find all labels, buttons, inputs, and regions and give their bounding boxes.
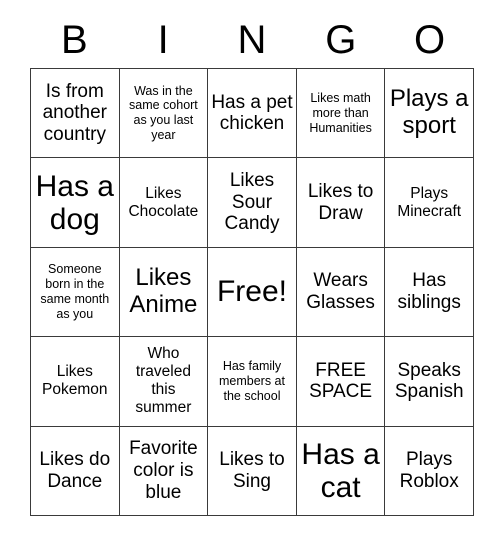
bingo-cell[interactable]: Favorite color is blue (119, 426, 209, 516)
bingo-cell[interactable]: Has a dog (31, 158, 120, 248)
bingo-cell-label: Likes Sour Candy (224, 170, 280, 235)
bingo-cell[interactable]: Plays Minecraft (385, 158, 474, 248)
bingo-cell[interactable]: Has siblings (385, 247, 474, 338)
bingo-cell[interactable]: Wears Glasses (296, 247, 386, 338)
bingo-cell-label: Plays Roblox (399, 449, 459, 492)
bingo-cell-label: Has a cat (301, 437, 380, 504)
bingo-cell-label: Likes math more than Humanities (309, 91, 372, 135)
bingo-cell-label: Plays Minecraft (397, 184, 462, 220)
bingo-cell-label: Favorite color is blue (129, 438, 198, 503)
bingo-cell[interactable]: Likes Pokemon (31, 337, 120, 427)
bingo-cell-label: Was in the same cohort as you last year (129, 83, 198, 142)
bingo-cell[interactable]: Likes Anime (119, 247, 209, 338)
bingo-cell[interactable]: Likes Sour Candy (208, 158, 297, 248)
bingo-cell[interactable]: Someone born in the same month as you (31, 247, 120, 338)
bingo-cell[interactable]: Has family members at the school (208, 337, 297, 427)
bingo-cell-label: Likes Chocolate (128, 184, 199, 220)
bingo-cell[interactable]: Has a pet chicken (208, 69, 297, 159)
bingo-cell[interactable]: Likes math more than Humanities (296, 69, 386, 159)
bingo-cell-label: Speaks Spanish (394, 359, 464, 403)
header-letter-i: I (157, 18, 169, 62)
header-letter-o: O (414, 18, 446, 62)
bingo-card: B I N G O Is from another country Was in… (0, 0, 500, 544)
bingo-cell-label: Likes do Dance (39, 449, 111, 492)
bingo-cell-label: Has siblings (397, 270, 461, 313)
bingo-cell-free-space[interactable]: FREE SPACE (296, 337, 386, 427)
bingo-cell-label: Likes Pokemon (42, 363, 108, 399)
bingo-cell[interactable]: Likes Chocolate (119, 158, 209, 248)
bingo-cell-free[interactable]: Free! (208, 247, 297, 338)
bingo-cell[interactable]: Likes to Draw (296, 158, 386, 248)
bingo-cell-label: FREE SPACE (309, 359, 373, 403)
bingo-cell-label: Someone born in the same month as you (40, 262, 110, 321)
bingo-cell-label: Likes to Sing (219, 449, 285, 492)
bingo-grid: Is from another country Was in the same … (30, 68, 474, 516)
bingo-cell-label: Has a dog (35, 169, 114, 236)
bingo-header: B I N G O (30, 16, 474, 64)
header-letter-b: B (61, 18, 88, 62)
bingo-cell-label: Likes Anime (129, 264, 198, 318)
bingo-cell-label: Has a pet chicken (211, 91, 293, 135)
bingo-cell[interactable]: Speaks Spanish (385, 337, 474, 427)
bingo-cell-label: Who traveled this summer (135, 345, 192, 417)
bingo-cell[interactable]: Plays a sport (385, 69, 474, 159)
bingo-cell[interactable]: Plays Roblox (385, 426, 474, 516)
bingo-cell-label: Likes to Draw (307, 180, 374, 224)
bingo-cell[interactable]: Likes to Sing (208, 426, 297, 516)
bingo-cell-label: Has family members at the school (218, 359, 285, 403)
header-letter-n: N (237, 18, 267, 62)
bingo-cell[interactable]: Has a cat (296, 426, 386, 516)
bingo-cell-label: Plays a sport (389, 85, 469, 140)
bingo-cell-label: Is from another country (42, 80, 108, 146)
bingo-cell[interactable]: Who traveled this summer (119, 337, 209, 427)
header-letter-g: G (325, 18, 357, 62)
bingo-cell[interactable]: Likes do Dance (31, 426, 120, 516)
bingo-cell[interactable]: Is from another country (31, 69, 120, 159)
bingo-cell[interactable]: Was in the same cohort as you last year (119, 69, 209, 159)
bingo-cell-label: Wears Glasses (306, 270, 375, 313)
bingo-cell-label: Free! (216, 275, 287, 309)
